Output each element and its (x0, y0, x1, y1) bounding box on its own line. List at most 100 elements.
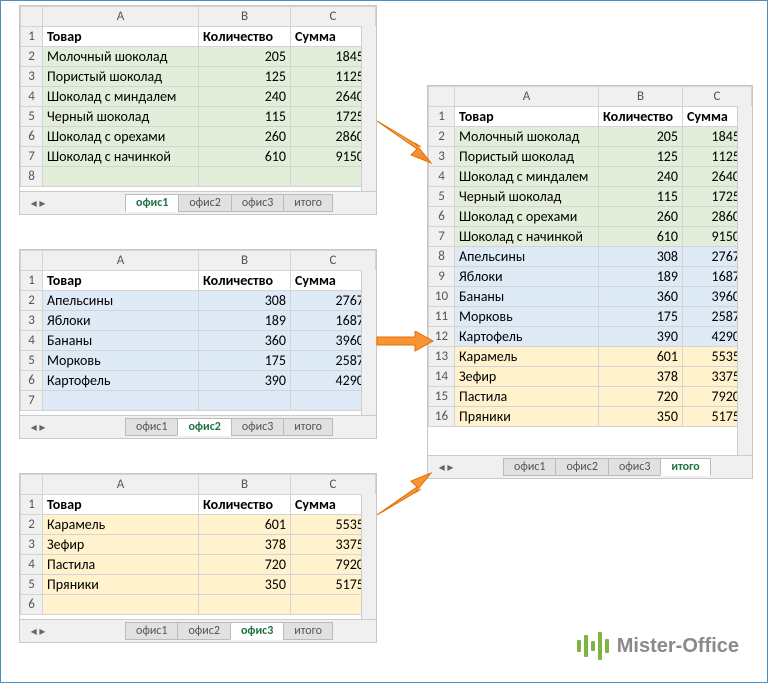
grid-itogo[interactable]: ABC 1ТоварКоличествоСумма2Молочный шокол… (428, 86, 752, 427)
row-header[interactable]: 3 (429, 147, 455, 167)
row-header[interactable]: 7 (21, 391, 43, 411)
row-header[interactable]: 1 (429, 107, 455, 127)
row-header[interactable]: 15 (429, 387, 455, 407)
row-header[interactable]: 13 (429, 347, 455, 367)
tab-ofis3[interactable]: офис3 (608, 458, 661, 476)
row-header[interactable]: 6 (21, 595, 43, 615)
col-A[interactable]: A (43, 475, 199, 495)
cell[interactable]: 205 (199, 47, 291, 67)
cell[interactable]: 720 (599, 387, 683, 407)
cell[interactable]: Количество (199, 271, 291, 291)
cell[interactable]: 125 (199, 67, 291, 87)
tab-scroll[interactable]: ◂ ▸ (20, 420, 56, 435)
row-header[interactable]: 4 (21, 555, 43, 575)
cell[interactable]: Пряники (43, 575, 199, 595)
cell[interactable]: Зефир (455, 367, 599, 387)
row-header[interactable]: 11 (429, 307, 455, 327)
cell[interactable]: Шоколад с орехами (455, 207, 599, 227)
scrollbar-v[interactable] (361, 270, 376, 416)
row-header[interactable]: 2 (21, 47, 43, 67)
cell[interactable]: 601 (599, 347, 683, 367)
grid-ofis3[interactable]: ABC 1ТоварКоличествоСумма2Карамель601553… (20, 474, 376, 615)
cell[interactable]: Товар (43, 27, 199, 47)
cell[interactable]: Шоколад с начинкой (455, 227, 599, 247)
col-A[interactable]: A (455, 87, 599, 107)
cell[interactable]: Шоколад с миндалем (43, 87, 199, 107)
cell[interactable]: 390 (199, 371, 291, 391)
row-header[interactable]: 9 (429, 267, 455, 287)
tab-scroll[interactable]: ◂ ▸ (20, 196, 56, 211)
cell[interactable]: 175 (599, 307, 683, 327)
col-B[interactable]: B (199, 475, 291, 495)
tab-itogo[interactable]: итого (283, 418, 333, 436)
select-all[interactable] (21, 251, 43, 271)
row-header[interactable]: 1 (21, 495, 43, 515)
scrollbar-v[interactable] (361, 26, 376, 192)
col-B[interactable]: B (199, 251, 291, 271)
cell[interactable]: Яблоки (455, 267, 599, 287)
cell[interactable]: Пастила (455, 387, 599, 407)
cell[interactable]: Бананы (455, 287, 599, 307)
cell[interactable]: 720 (199, 555, 291, 575)
tab-ofis2[interactable]: офис2 (178, 194, 231, 212)
row-header[interactable]: 3 (21, 535, 43, 555)
cell[interactable]: 360 (199, 331, 291, 351)
select-all[interactable] (21, 475, 43, 495)
row-header[interactable]: 6 (21, 127, 43, 147)
select-all[interactable] (21, 7, 43, 27)
cell[interactable]: 378 (599, 367, 683, 387)
tab-scroll[interactable]: ◂ ▸ (428, 460, 464, 475)
row-header[interactable]: 2 (429, 127, 455, 147)
cell[interactable]: Картофель (455, 327, 599, 347)
cell[interactable]: Черный шоколад (43, 107, 199, 127)
cell[interactable]: Карамель (455, 347, 599, 367)
cell[interactable]: Товар (43, 495, 199, 515)
row-header[interactable]: 5 (429, 187, 455, 207)
tab-itogo[interactable]: итого (660, 458, 710, 476)
cell[interactable]: Бананы (43, 331, 199, 351)
cell[interactable]: 205 (599, 127, 683, 147)
row-header[interactable]: 5 (21, 107, 43, 127)
cell[interactable]: Количество (599, 107, 683, 127)
col-C[interactable]: C (291, 251, 376, 271)
row-header[interactable]: 16 (429, 407, 455, 427)
cell[interactable] (43, 391, 199, 411)
scrollbar-v[interactable] (361, 494, 376, 620)
row-header[interactable]: 10 (429, 287, 455, 307)
cell[interactable]: Товар (455, 107, 599, 127)
cell[interactable]: 260 (599, 207, 683, 227)
tab-ofis2[interactable]: офис2 (177, 418, 231, 436)
tab-itogo[interactable]: итого (283, 622, 333, 640)
row-header[interactable]: 12 (429, 327, 455, 347)
cell[interactable]: 189 (599, 267, 683, 287)
cell[interactable]: 115 (199, 107, 291, 127)
tab-ofis3[interactable]: офис3 (231, 418, 284, 436)
cell[interactable]: Товар (43, 271, 199, 291)
cell[interactable]: 308 (199, 291, 291, 311)
cell[interactable]: Картофель (43, 371, 199, 391)
scrollbar-v[interactable] (737, 106, 752, 456)
cell[interactable]: 390 (599, 327, 683, 347)
row-header[interactable]: 1 (21, 271, 43, 291)
col-A[interactable]: A (43, 251, 199, 271)
cell[interactable]: Количество (199, 27, 291, 47)
row-header[interactable]: 8 (21, 167, 43, 187)
tab-ofis2[interactable]: офис2 (177, 622, 230, 640)
cell[interactable]: 601 (199, 515, 291, 535)
row-header[interactable]: 5 (21, 351, 43, 371)
cell[interactable] (199, 167, 291, 187)
cell[interactable]: Карамель (43, 515, 199, 535)
cell[interactable]: 308 (599, 247, 683, 267)
tab-ofis3[interactable]: офис3 (230, 622, 284, 640)
row-header[interactable]: 4 (21, 87, 43, 107)
cell[interactable]: Шоколад с начинкой (43, 147, 199, 167)
cell[interactable]: Зефир (43, 535, 199, 555)
cell[interactable]: Апельсины (43, 291, 199, 311)
row-header[interactable]: 4 (429, 167, 455, 187)
cell[interactable]: Молочный шоколад (455, 127, 599, 147)
cell[interactable]: Апельсины (455, 247, 599, 267)
cell[interactable]: 610 (599, 227, 683, 247)
cell[interactable]: 350 (599, 407, 683, 427)
cell[interactable]: Количество (199, 495, 291, 515)
cell[interactable]: Яблоки (43, 311, 199, 331)
